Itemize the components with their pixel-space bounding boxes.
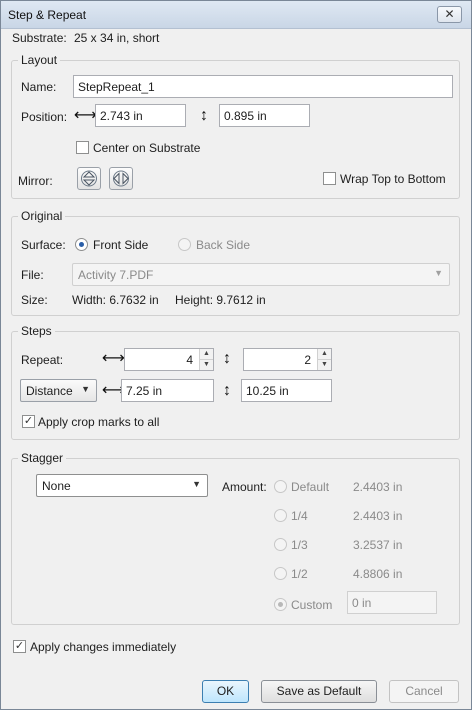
- mirror-vertical-icon: [81, 170, 97, 187]
- name-input[interactable]: StepRepeat_1: [73, 75, 453, 98]
- spin-up-icon[interactable]: ▲: [318, 349, 331, 359]
- spin-down-icon[interactable]: ▼: [200, 359, 213, 369]
- repeat-y-stepper[interactable]: 2 ▲ ▼: [243, 348, 332, 371]
- layout-legend: Layout: [18, 53, 61, 67]
- steps-legend: Steps: [18, 324, 55, 338]
- horizontal-arrow-icon: ⟷: [102, 350, 125, 367]
- stagger-default-radio[interactable]: [274, 480, 287, 493]
- stagger-third-label: 1/3: [291, 538, 308, 552]
- center-on-substrate-checkbox[interactable]: [76, 141, 89, 154]
- spinner-arrows[interactable]: ▲ ▼: [317, 349, 331, 370]
- amount-label: Amount:: [222, 480, 267, 494]
- step-repeat-dialog: Step & Repeat ✕ Substrate: 25 x 34 in, s…: [0, 0, 472, 710]
- wrap-top-to-bottom-label: Wrap Top to Bottom: [340, 172, 446, 186]
- center-on-substrate-label: Center on Substrate: [93, 141, 201, 155]
- chevron-down-icon: ▼: [192, 479, 201, 489]
- position-label: Position:: [21, 110, 68, 124]
- step-mode-value: Distance: [26, 384, 73, 398]
- spinner-arrows[interactable]: ▲ ▼: [199, 349, 213, 370]
- chevron-down-icon: ▼: [81, 384, 90, 394]
- mirror-horizontal-icon: [113, 170, 129, 187]
- stagger-custom-input[interactable]: 0 in: [347, 591, 437, 614]
- vertical-arrow-icon: ↕: [223, 382, 231, 399]
- stagger-third-value: 3.2537 in: [353, 538, 403, 552]
- file-dropdown[interactable]: Activity 7.PDF ▼: [72, 263, 450, 286]
- ok-button[interactable]: OK: [202, 680, 249, 703]
- close-button[interactable]: ✕: [437, 6, 462, 23]
- stagger-default-value: 2.4403 in: [353, 480, 403, 494]
- position-x-input[interactable]: 2.743 in: [95, 104, 186, 127]
- step-mode-dropdown[interactable]: Distance ▼: [20, 379, 97, 402]
- distance-x-input[interactable]: 7.25 in: [121, 379, 214, 402]
- substrate-label: Substrate:: [12, 31, 67, 45]
- width-value: Width: 6.7632 in: [72, 293, 159, 307]
- stagger-half-value: 4.8806 in: [353, 567, 403, 581]
- substrate-value: 25 x 34 in, short: [74, 31, 160, 45]
- front-side-radio[interactable]: [75, 238, 88, 251]
- apply-immediately-checkbox[interactable]: ✓: [13, 640, 26, 653]
- repeat-y-value: 2: [304, 353, 311, 367]
- front-side-label: Front Side: [93, 238, 149, 252]
- wrap-top-to-bottom-checkbox[interactable]: [323, 172, 336, 185]
- mirror-vertical-button[interactable]: [77, 167, 101, 190]
- stagger-legend: Stagger: [18, 451, 67, 465]
- height-value: Height: 9.7612 in: [175, 293, 266, 307]
- spin-up-icon[interactable]: ▲: [200, 349, 213, 359]
- spin-down-icon[interactable]: ▼: [318, 359, 331, 369]
- stagger-custom-radio[interactable]: [274, 598, 287, 611]
- position-y-input[interactable]: 0.895 in: [219, 104, 310, 127]
- distance-y-input[interactable]: 10.25 in: [241, 379, 332, 402]
- file-value: Activity 7.PDF: [78, 268, 154, 282]
- back-side-radio[interactable]: [178, 238, 191, 251]
- file-label: File:: [21, 268, 44, 282]
- repeat-label: Repeat:: [21, 353, 64, 367]
- mirror-label: Mirror:: [18, 174, 53, 188]
- original-legend: Original: [18, 209, 66, 223]
- apply-crop-marks-label: Apply crop marks to all: [38, 415, 160, 429]
- repeat-x-value: 4: [186, 353, 193, 367]
- mirror-horizontal-button[interactable]: [109, 167, 133, 190]
- surface-label: Surface:: [21, 238, 66, 252]
- stagger-quarter-radio[interactable]: [274, 509, 287, 522]
- vertical-arrow-icon: ↕: [200, 107, 208, 124]
- stagger-half-label: 1/2: [291, 567, 308, 581]
- stagger-mode-dropdown[interactable]: None ▼: [36, 474, 208, 497]
- save-as-default-button[interactable]: Save as Default: [261, 680, 377, 703]
- size-label: Size:: [21, 293, 48, 307]
- stagger-quarter-value: 2.4403 in: [353, 509, 403, 523]
- horizontal-arrow-icon: ⟷: [74, 107, 97, 124]
- back-side-label: Back Side: [196, 238, 251, 252]
- stagger-half-radio[interactable]: [274, 567, 287, 580]
- vertical-arrow-icon: ↕: [223, 350, 231, 367]
- stagger-custom-label: Custom: [291, 598, 333, 612]
- apply-crop-marks-checkbox[interactable]: ✓: [22, 415, 35, 428]
- stagger-third-radio[interactable]: [274, 538, 287, 551]
- stagger-mode-value: None: [42, 479, 71, 493]
- chevron-down-icon: ▼: [434, 268, 443, 278]
- cancel-button[interactable]: Cancel: [389, 680, 459, 703]
- name-label: Name:: [21, 80, 57, 94]
- apply-immediately-label: Apply changes immediately: [30, 640, 177, 654]
- stagger-quarter-label: 1/4: [291, 509, 308, 523]
- stagger-default-label: Default: [291, 480, 330, 494]
- window-title: Step & Repeat: [8, 8, 87, 22]
- repeat-x-stepper[interactable]: 4 ▲ ▼: [124, 348, 214, 371]
- title-bar[interactable]: Step & Repeat ✕: [1, 1, 471, 29]
